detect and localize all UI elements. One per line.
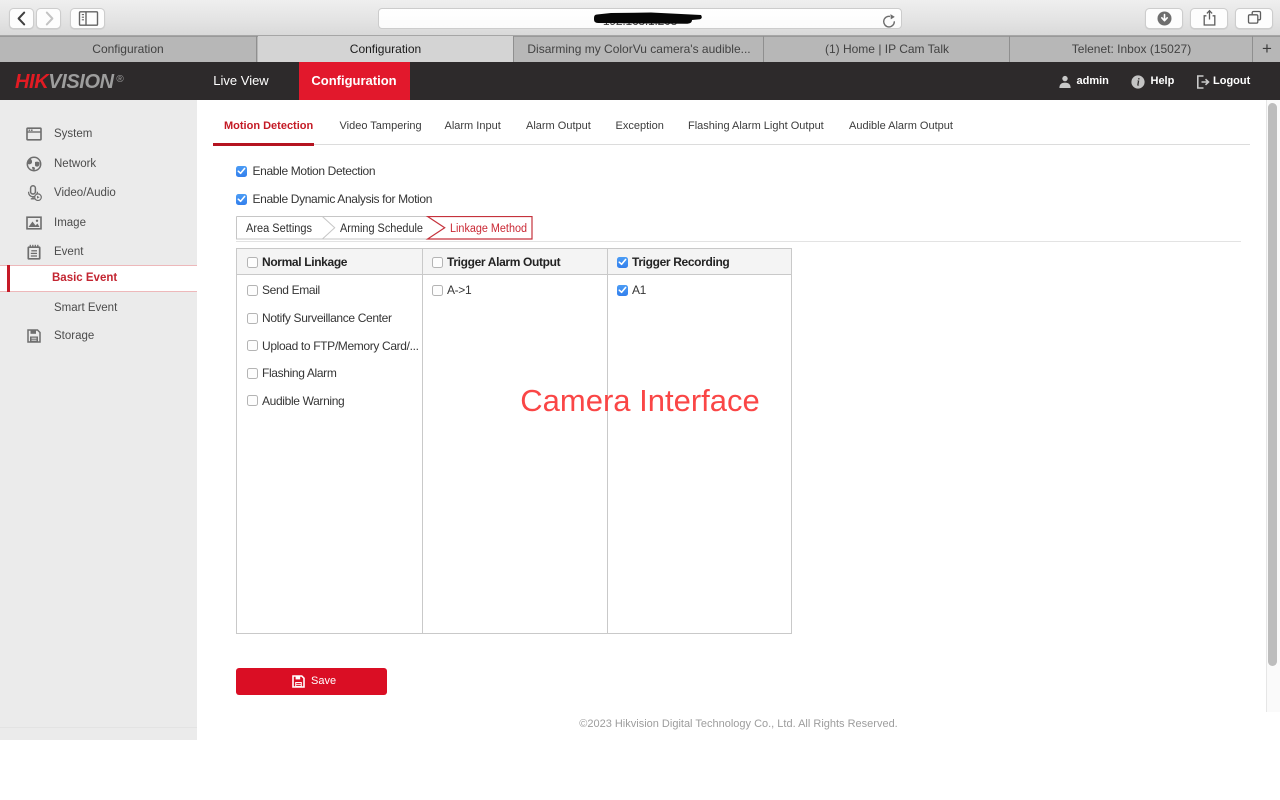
svg-text:Area Settings: Area Settings (246, 223, 312, 235)
svg-text:i: i (1137, 77, 1140, 88)
svg-text:Arming Schedule: Arming Schedule (340, 223, 423, 235)
svg-text:Linkage Method: Linkage Method (450, 223, 527, 235)
